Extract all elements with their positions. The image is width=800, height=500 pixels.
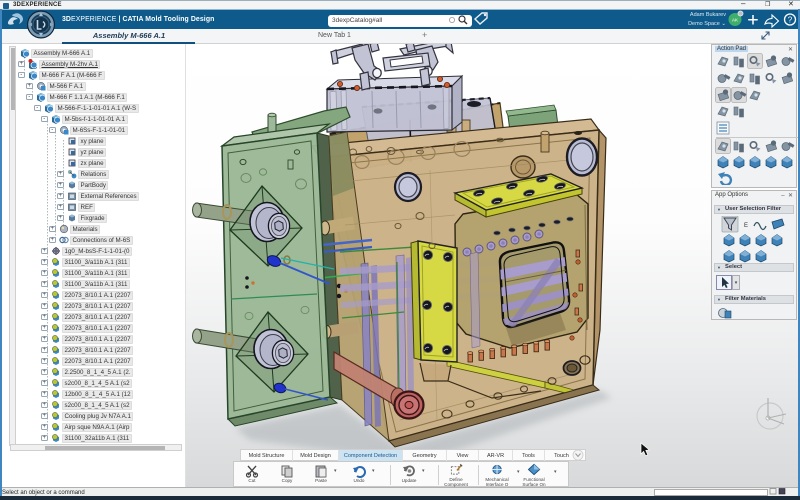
svg-text:AK: AK [732, 18, 738, 23]
svg-text:?: ? [788, 16, 793, 25]
